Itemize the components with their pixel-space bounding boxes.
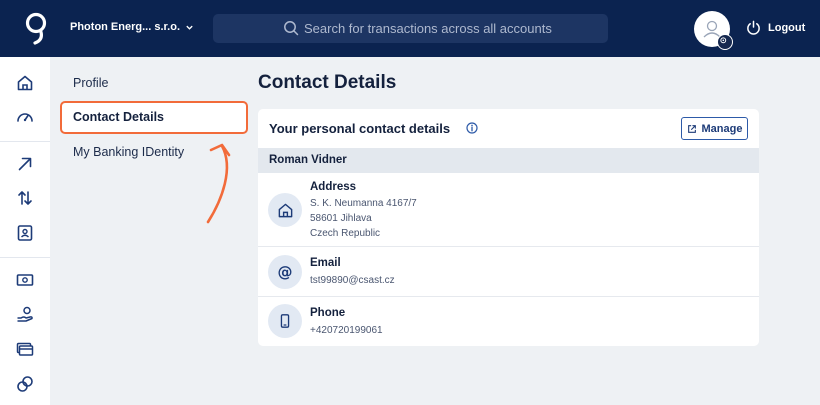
home-icon bbox=[278, 203, 292, 217]
logout-label: Logout bbox=[768, 21, 806, 34]
sidebar bbox=[0, 57, 50, 405]
manage-button[interactable]: Manage bbox=[681, 117, 748, 140]
address-line-3: Czech Republic bbox=[310, 228, 381, 239]
sidebar-divider bbox=[0, 141, 50, 142]
sidebar-divider bbox=[0, 257, 50, 258]
phone-icon-wrap bbox=[268, 304, 302, 338]
external-link-icon bbox=[687, 124, 696, 133]
email-label: Email bbox=[310, 257, 341, 269]
address-line-1: S. K. Neumanna 4167/7 bbox=[310, 198, 417, 209]
address-row: Address S. K. Neumanna 4167/7 58601 Jihl… bbox=[258, 173, 759, 247]
phone-value: +420720199061 bbox=[310, 325, 383, 336]
logout-button[interactable]: Logout bbox=[746, 20, 805, 35]
phone-row: Phone +420720199061 bbox=[258, 297, 759, 346]
savings-hand-icon[interactable] bbox=[16, 305, 34, 323]
subnav-item-banking-identity[interactable]: My Banking IDentity bbox=[73, 145, 184, 159]
gear-icon bbox=[720, 37, 727, 44]
settings-badge[interactable] bbox=[717, 34, 733, 50]
subnav-item-profile[interactable]: Profile bbox=[73, 76, 108, 90]
arrow-up-right-icon[interactable] bbox=[16, 155, 34, 173]
search-icon bbox=[284, 21, 299, 36]
address-label: Address bbox=[310, 181, 357, 193]
home-icon[interactable] bbox=[16, 74, 34, 92]
subnav-item-contact-details[interactable]: Contact Details bbox=[60, 101, 248, 134]
power-icon bbox=[747, 20, 760, 35]
account-switcher[interactable]: Photon Energ... s.r.o. bbox=[70, 21, 194, 33]
george-logo[interactable] bbox=[22, 10, 52, 46]
address-icon-wrap bbox=[268, 193, 302, 227]
person-name: Roman Vidner bbox=[269, 154, 347, 166]
investment-icon[interactable] bbox=[16, 375, 34, 393]
avatar[interactable] bbox=[694, 11, 733, 50]
banknote-icon[interactable] bbox=[16, 271, 34, 289]
transfer-arrows-icon[interactable] bbox=[16, 189, 34, 207]
manage-label: Manage bbox=[701, 122, 743, 135]
contact-details-card: Your personal contact details Manage Rom… bbox=[258, 109, 759, 346]
page-title: Contact Details bbox=[258, 72, 397, 93]
cards-icon[interactable] bbox=[16, 340, 34, 358]
at-sign-icon: @ bbox=[277, 263, 293, 281]
card-title: Your personal contact details bbox=[269, 121, 451, 136]
email-row: @ Email tst99890@csast.cz bbox=[258, 247, 759, 297]
top-bar: Photon Energ... s.r.o. Logout bbox=[0, 0, 820, 57]
search-input[interactable] bbox=[304, 21, 604, 36]
account-name: Photon Energ... s.r.o. bbox=[70, 21, 181, 33]
address-line-2: 58601 Jihlava bbox=[310, 213, 372, 224]
email-value: tst99890@csast.cz bbox=[310, 275, 395, 286]
phone-label: Phone bbox=[310, 307, 346, 319]
person-name-row: Roman Vidner bbox=[258, 148, 759, 173]
chevron-down-icon bbox=[186, 25, 193, 30]
search-bar[interactable] bbox=[213, 14, 608, 43]
subnav-item-label: Contact Details bbox=[73, 110, 164, 124]
speedometer-icon[interactable] bbox=[16, 108, 34, 126]
email-icon-wrap: @ bbox=[268, 255, 302, 289]
info-icon[interactable] bbox=[466, 122, 478, 134]
annotation-arrow bbox=[206, 143, 231, 224]
phone-icon bbox=[280, 314, 290, 328]
id-card-icon[interactable] bbox=[16, 224, 34, 242]
